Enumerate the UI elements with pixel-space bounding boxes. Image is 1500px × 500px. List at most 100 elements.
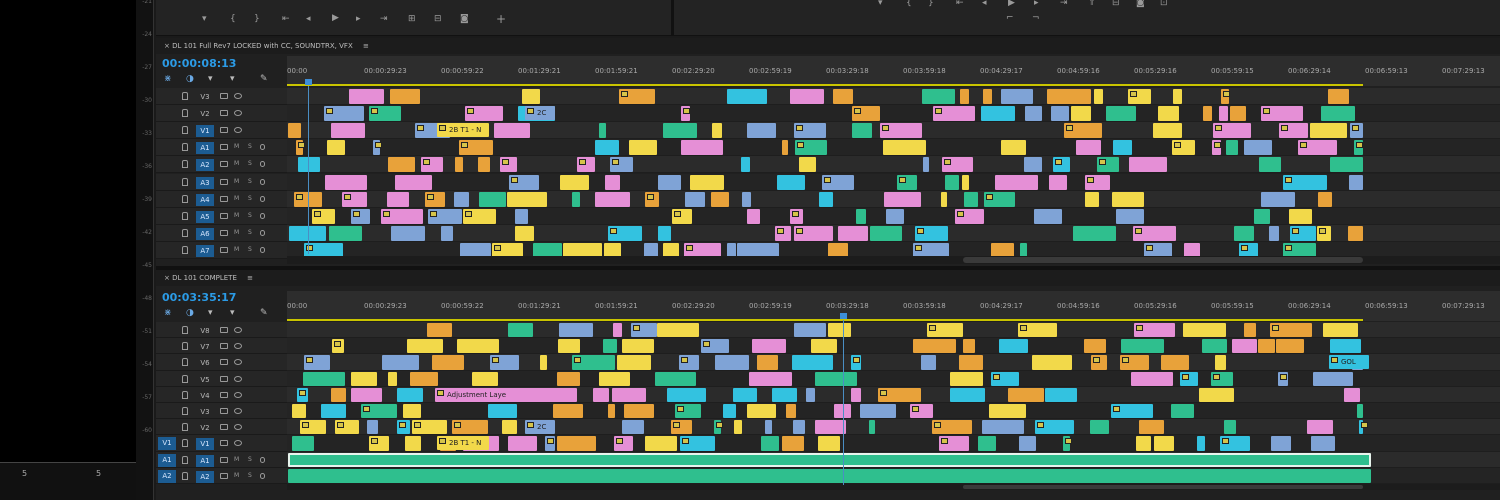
timeline-clip[interactable] [747,123,776,139]
eye-icon[interactable] [234,110,242,117]
eye-icon[interactable] [234,375,242,382]
timeline-clip[interactable] [325,174,367,190]
sync-lock-icon[interactable] [220,212,228,219]
timeline-clip[interactable] [288,123,301,139]
timeline-clip[interactable] [655,371,696,386]
timeline-clip[interactable] [870,225,902,241]
timeline-clip[interactable] [1171,404,1194,419]
timeline-clip[interactable] [757,355,778,370]
timeline-clip[interactable] [412,420,447,435]
timeline-clip[interactable] [1053,157,1070,173]
timeline-clip[interactable] [1090,420,1109,435]
sync-lock-icon[interactable] [220,456,228,463]
track-target-v2[interactable]: V2 [196,108,214,120]
timeline-clip[interactable] [675,404,701,419]
timeline-clip[interactable] [681,140,723,156]
timeline-clip[interactable] [852,123,872,139]
timeline-clip[interactable] [572,355,615,370]
timeline-clip[interactable] [747,208,760,224]
play-icon[interactable]: ▶ [332,13,339,23]
timeline-clip[interactable] [292,436,314,451]
solo-button[interactable]: S [248,229,252,236]
timeline-clip[interactable] [331,387,346,402]
timeline-clip[interactable] [397,420,410,435]
timeline-clip[interactable] [1024,157,1042,173]
timeline-clip[interactable] [1076,140,1101,156]
track-target-v3[interactable]: V3 [196,406,214,418]
sync-lock-icon[interactable] [220,424,228,431]
timeline-clip[interactable] [1139,420,1164,435]
step-forward-icon[interactable]: ▸ [356,14,361,24]
microphone-icon[interactable] [260,456,265,463]
timeline-clip[interactable] [507,191,547,207]
timeline-clip[interactable] [373,140,382,156]
source-patch-v1[interactable]: V1 [158,437,176,451]
timeline-clip[interactable] [427,323,452,338]
timeline-clip[interactable] [1244,140,1272,156]
timeline-clip[interactable] [715,355,749,370]
timeline-clip[interactable] [454,191,469,207]
timeline-clip[interactable] [860,404,896,419]
timeline-clip[interactable] [828,323,851,338]
timeline-clip[interactable] [851,387,861,402]
playhead-timecode[interactable]: 00:00:08:13 [162,57,236,70]
timeline-clip[interactable] [557,371,580,386]
timeline-clip[interactable] [361,404,397,419]
add-button-left[interactable]: + [496,12,506,26]
timeline-clip[interactable] [1183,323,1226,338]
timeline-clip[interactable] [619,89,655,105]
mark-out-icon[interactable]: } [254,14,260,24]
sync-lock-icon[interactable] [220,93,228,99]
timeline-clip[interactable] [351,371,377,386]
eye-icon[interactable] [234,127,242,134]
timeline-clip[interactable] [765,420,772,435]
timeline-clip[interactable] [428,208,462,224]
microphone-icon[interactable] [260,161,265,168]
timeline-clip[interactable] [1085,191,1099,207]
timeline-clip[interactable] [982,420,1024,435]
timeline-clip[interactable] [1271,436,1291,451]
sync-lock-icon[interactable] [220,472,228,479]
timeline-clip[interactable] [1051,106,1069,122]
timeline-clip[interactable] [790,89,824,105]
timeline-clip[interactable] [381,208,423,224]
timeline-clip[interactable] [595,191,630,207]
timeline-clip[interactable] [331,123,365,139]
timeline-clip[interactable] [932,420,972,435]
timeline-clip[interactable] [388,157,415,173]
horizontal-scrollbar[interactable] [287,484,1500,490]
timeline-clip[interactable] [815,371,857,386]
lock-icon[interactable] [182,390,188,399]
timeline-clip[interactable] [1279,123,1308,139]
timeline-clip[interactable] [603,339,617,354]
timeline-clip[interactable] [712,123,722,139]
timeline-clip[interactable] [915,225,948,241]
timeline-clip[interactable] [1199,387,1234,402]
timeline-clip[interactable] [733,387,757,402]
timeline-clip[interactable] [950,387,985,402]
timeline-clip[interactable] [658,225,671,241]
timeline-clip[interactable] [856,208,866,224]
timeline-clip[interactable] [680,436,715,451]
lock-icon[interactable] [182,194,188,203]
lock-icon[interactable] [182,143,188,152]
timeline-clip[interactable] [312,208,335,224]
timeline-clip[interactable] [515,225,534,241]
timeline-clip[interactable] [1313,371,1353,386]
timeline-clip[interactable] [1283,174,1327,190]
panel-menu-icon[interactable]: ≡ [247,274,253,282]
track-lane-a6[interactable] [287,224,1500,242]
timeline-clip[interactable] [657,323,699,338]
microphone-icon[interactable] [260,246,265,253]
scrollbar-thumb[interactable] [963,485,1363,489]
program-go-to-out-icon[interactable]: ⇥ [1060,0,1068,8]
timeline-clip[interactable] [927,323,963,338]
timeline-clip[interactable] [1213,123,1251,139]
timeline-clip[interactable] [1018,323,1057,338]
lock-icon[interactable] [182,471,188,480]
timeline-clip[interactable] [1094,89,1103,105]
timeline-clip[interactable] [1357,404,1363,419]
timeline-clip[interactable] [613,323,622,338]
solo-button[interactable]: S [248,178,252,185]
source-patch-a1[interactable]: A1 [158,453,176,467]
